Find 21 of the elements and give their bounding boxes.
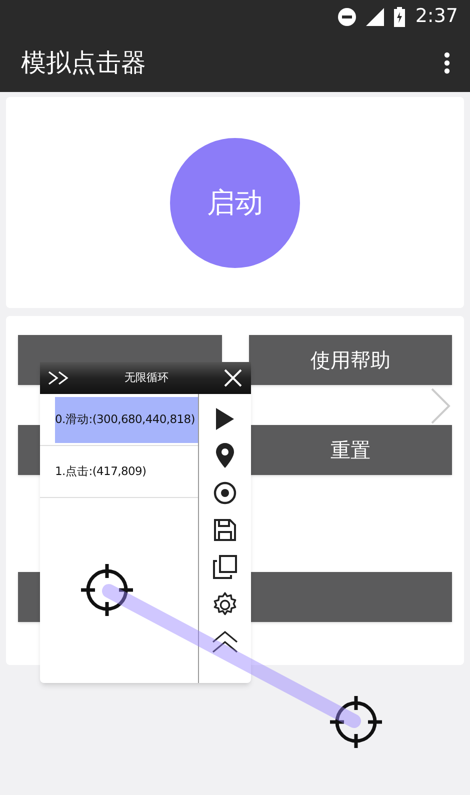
save-icon[interactable] <box>213 518 237 542</box>
signal-icon <box>366 8 384 26</box>
location-pin-icon[interactable] <box>216 443 234 468</box>
target-icon[interactable] <box>213 481 237 505</box>
step-item[interactable]: 1.点击:(417,809) <box>55 448 198 494</box>
double-chevron-up-icon[interactable] <box>212 631 238 653</box>
do-not-disturb-icon <box>338 8 356 26</box>
double-chevron-right-icon[interactable] <box>48 371 70 385</box>
chevron-right-icon[interactable] <box>429 386 453 426</box>
battery-icon <box>394 6 406 26</box>
step-item[interactable]: 0.滑动:(300,680,440,818) <box>55 396 198 442</box>
play-icon[interactable] <box>215 408 235 430</box>
copy-icon[interactable] <box>213 555 237 579</box>
settings-icon[interactable] <box>212 592 238 618</box>
reset-button[interactable]: 重置 <box>248 425 452 475</box>
panel-title: 无限循环 <box>124 370 168 386</box>
app-title: 模拟点击器 <box>21 46 146 79</box>
close-icon[interactable] <box>223 368 243 388</box>
more-options-icon[interactable] <box>444 52 450 74</box>
help-button[interactable]: 使用帮助 <box>248 335 452 385</box>
clock-time: 2:37 <box>415 4 458 30</box>
